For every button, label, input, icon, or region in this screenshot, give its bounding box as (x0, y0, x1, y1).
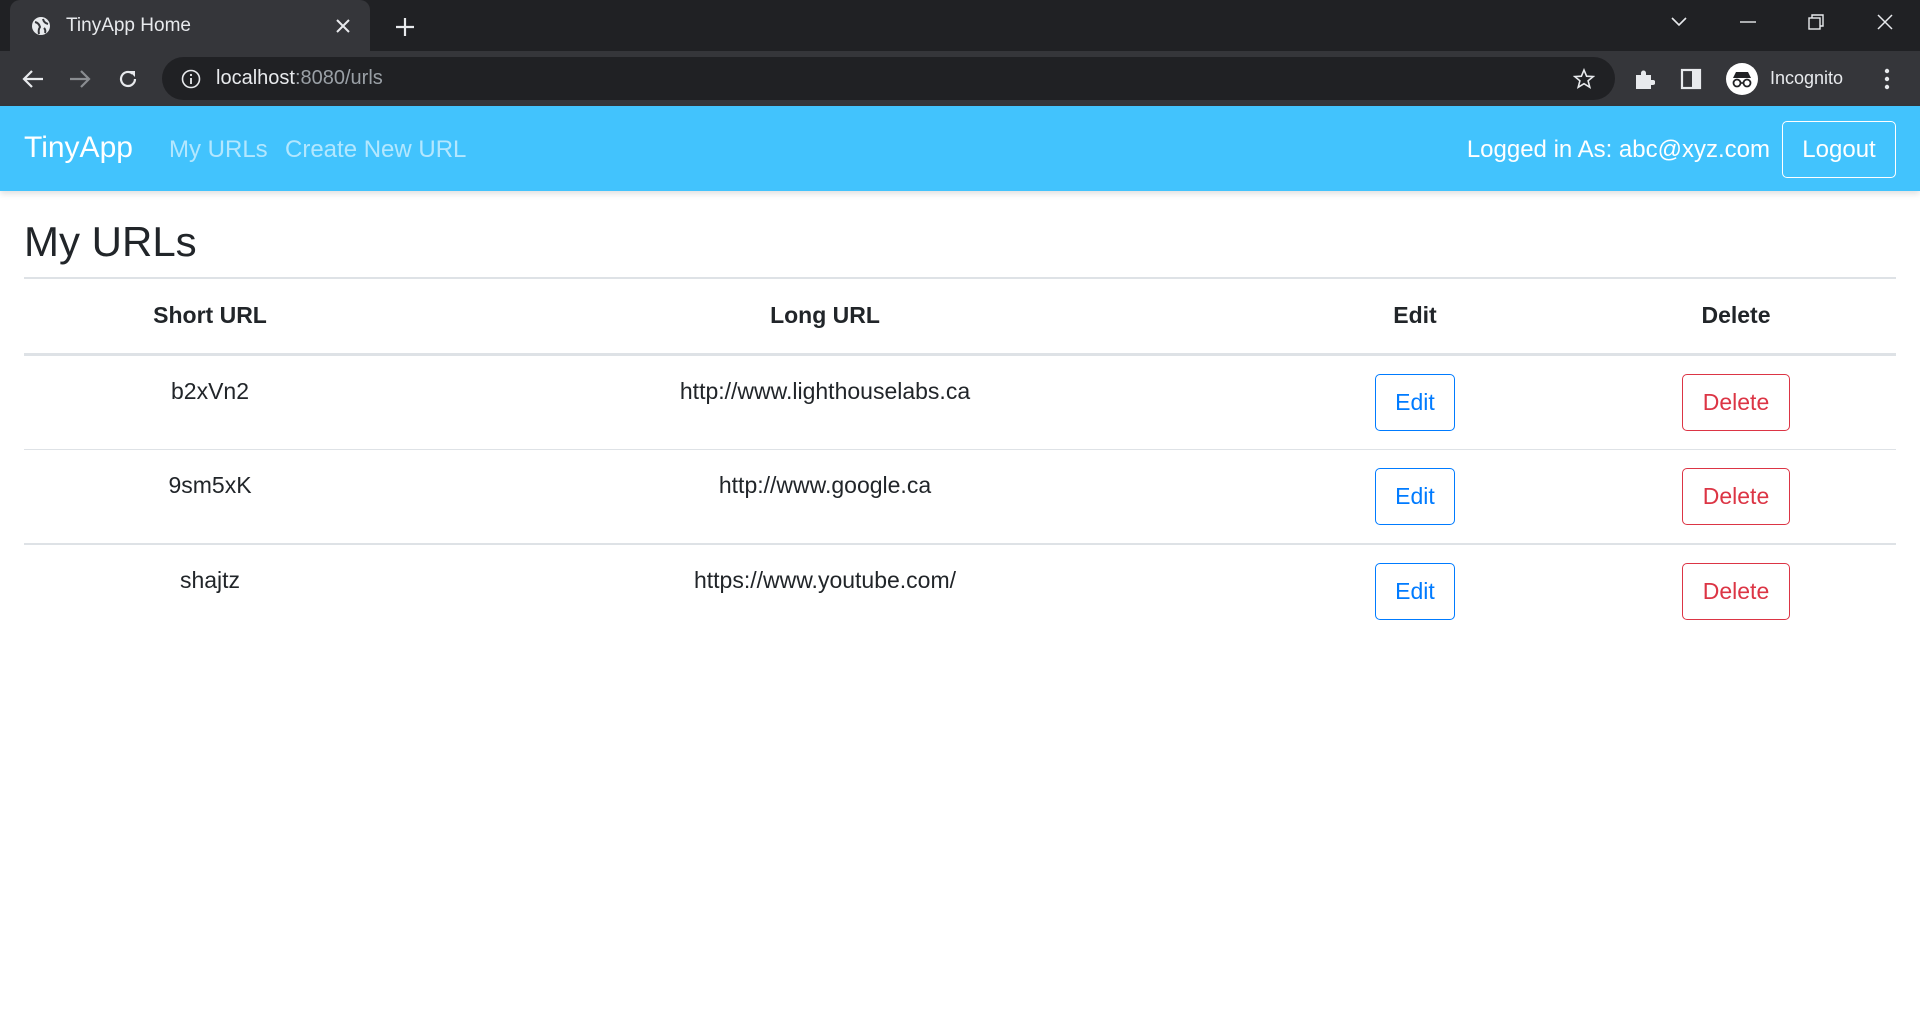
browser-toolbar: localhost:8080/urls Incognito (0, 51, 1920, 106)
long-url-cell: http://www.lighthouselabs.ca (396, 354, 1254, 450)
url-host: localhost (216, 67, 295, 89)
back-arrow-icon[interactable] (16, 62, 50, 96)
incognito-profile[interactable]: Incognito (1722, 57, 1858, 100)
logged-in-text: Logged in As: abc@xyz.com (1466, 136, 1770, 163)
table-row: shajtz https://www.youtube.com/ Edit Del… (24, 544, 1896, 639)
long-url-cell: http://www.google.ca (396, 449, 1254, 545)
tab-search-icon[interactable] (1651, 0, 1707, 44)
delete-button[interactable]: Delete (1682, 373, 1790, 431)
tab-title: TinyApp Home (66, 14, 191, 36)
short-url-cell: 9sm5xK (24, 449, 396, 545)
logout-button[interactable]: Logout (1782, 121, 1896, 178)
edit-button[interactable]: Edit (1375, 373, 1455, 431)
long-url-cell: https://www.youtube.com/ (693, 567, 957, 593)
url-path: :8080/urls (294, 67, 383, 89)
extensions-puzzle-icon[interactable] (1627, 62, 1661, 96)
header-edit: Edit (1254, 277, 1576, 356)
bookmark-star-icon[interactable] (1571, 66, 1597, 92)
browser-tabstrip: TinyApp Home (0, 0, 1920, 51)
page-title: My URLs (24, 218, 197, 265)
header-long-url: Long URL (396, 277, 1254, 356)
short-url-cell: b2xVn2 (24, 354, 396, 450)
header-delete: Delete (1576, 277, 1896, 356)
table-header-row: Short URL Long URL Edit Delete (24, 277, 1896, 356)
close-tab-icon[interactable] (330, 13, 356, 39)
window-close-icon[interactable] (1857, 0, 1913, 44)
urls-table: Short URL Long URL Edit Delete b2xVn2 ht… (24, 277, 1896, 639)
table-row: b2xVn2 http://www.lighthouselabs.ca Edit… (24, 354, 1896, 450)
brand-logo[interactable]: TinyApp (24, 131, 133, 165)
edit-button[interactable]: Edit (1375, 467, 1455, 525)
site-info-icon[interactable] (180, 68, 202, 90)
new-tab-icon[interactable] (390, 12, 420, 42)
forward-arrow-icon[interactable] (63, 62, 97, 96)
header-short-url: Short URL (24, 277, 396, 356)
side-panel-icon[interactable] (1674, 62, 1708, 96)
address-bar[interactable]: localhost:8080/urls (162, 57, 1615, 100)
edit-button[interactable]: Edit (1375, 563, 1455, 620)
restore-icon[interactable] (1788, 0, 1844, 44)
delete-button[interactable]: Delete (1682, 563, 1790, 620)
table-row: 9sm5xK http://www.google.ca Edit Delete (24, 449, 1896, 545)
globe-icon (30, 15, 52, 37)
delete-button[interactable]: Delete (1682, 467, 1790, 525)
browser-menu-icon[interactable] (1870, 62, 1904, 96)
app-navbar: TinyApp My URLs Create New URL Logged in… (0, 106, 1920, 191)
incognito-label: Incognito (1770, 68, 1844, 88)
minimize-icon[interactable] (1720, 0, 1776, 44)
nav-link-create-new-url[interactable]: Create New URL (285, 136, 466, 164)
nav-link-my-urls[interactable]: My URLs (169, 136, 268, 164)
browser-tab[interactable]: TinyApp Home (10, 0, 370, 51)
reload-icon[interactable] (111, 62, 145, 96)
short-url-cell: shajtz (179, 567, 241, 593)
incognito-icon (1726, 62, 1758, 95)
